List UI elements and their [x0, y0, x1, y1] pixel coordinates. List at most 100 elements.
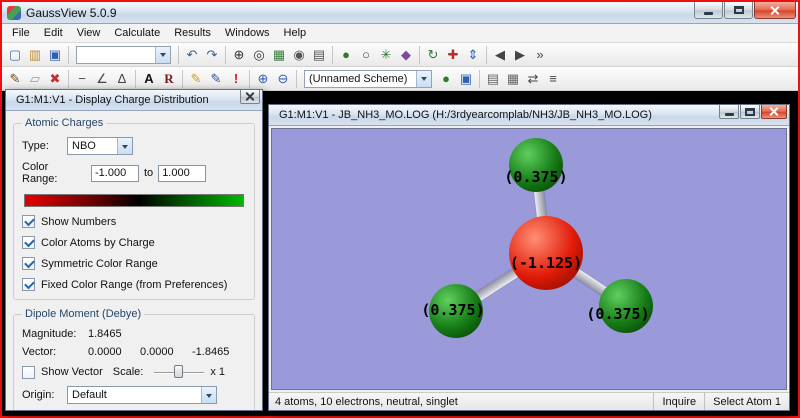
menu-view[interactable]: View: [70, 25, 108, 41]
checkbox-fixed-color-range[interactable]: Fixed Color Range (from Preferences): [22, 278, 246, 291]
charge-label-top: (0.375): [504, 168, 568, 186]
color-range-max-input[interactable]: [158, 164, 207, 182]
zoom-view-icon[interactable]: ⇕: [463, 45, 483, 65]
scheme-settings-icon[interactable]: ▣: [456, 69, 476, 89]
checkbox-show-vector[interactable]: Show Vector: [22, 365, 103, 379]
file-type-combobox[interactable]: [76, 45, 171, 64]
eraser-icon[interactable]: ▱: [25, 69, 45, 89]
molecule-statusbar: 4 atoms, 10 electrons, neutral, singlet …: [269, 392, 789, 410]
menu-edit[interactable]: Edit: [37, 25, 70, 41]
main-titlebar[interactable]: GaussView 5.0.9: [2, 2, 798, 24]
toolbar-separator: [178, 45, 179, 64]
dialog-titlebar[interactable]: G1:M1:V1 - Display Charge Distribution: [6, 90, 262, 111]
menu-windows[interactable]: Windows: [218, 25, 277, 41]
animate-icon[interactable]: »: [530, 45, 550, 65]
ring-fragment-icon[interactable]: ○: [356, 45, 376, 65]
toolbar-separator: [419, 45, 420, 64]
warning-icon[interactable]: !: [226, 69, 246, 89]
edit-pencil-icon[interactable]: ✎: [5, 69, 25, 89]
window-close-button[interactable]: [754, 2, 796, 19]
checkbox-symmetric-color-range[interactable]: Symmetric Color Range: [22, 257, 246, 270]
dialog-window-controls: [239, 90, 260, 104]
menu-file[interactable]: File: [5, 25, 37, 41]
checkbox-label: Fixed Color Range (from Preferences): [41, 278, 228, 291]
atomic-charges-group: Atomic Charges Type: NBO Color Range: to: [13, 117, 255, 300]
previous-frame-icon[interactable]: ◀: [490, 45, 510, 65]
apply-scheme-icon[interactable]: ●: [436, 69, 456, 89]
close-icon: [770, 5, 780, 16]
menu-results[interactable]: Results: [167, 25, 218, 41]
rotate-view-icon[interactable]: ↻: [423, 45, 443, 65]
add-text-icon[interactable]: A: [139, 69, 159, 89]
new-file-icon[interactable]: ▢: [5, 45, 25, 65]
toolbar-separator: [182, 69, 183, 88]
screenshot-icon[interactable]: ◉: [289, 45, 309, 65]
toolbar-separator: [249, 69, 250, 88]
toolbar-separator: [68, 45, 69, 64]
swap-icon[interactable]: ⇄: [523, 69, 543, 89]
window-minimize-button[interactable]: [694, 2, 723, 19]
symmetrize-icon[interactable]: ◆: [396, 45, 416, 65]
menubar: File Edit View Calculate Results Windows…: [2, 24, 798, 43]
open-file-icon[interactable]: ▥: [25, 45, 45, 65]
clean-structure-icon[interactable]: ✳: [376, 45, 396, 65]
print-icon[interactable]: ▤: [309, 45, 329, 65]
main-window-title: GaussView 5.0.9: [26, 5, 117, 20]
toolbar-builder: ✎ ▱ ✖ − ∠ Δ A R ✎ ✎! ⊕ ⊖ (Unnamed Scheme) ● ▣ ▤ ▦ ⇄ ≡: [2, 67, 798, 91]
display-format-icon[interactable]: ▦: [269, 45, 289, 65]
molecule-window-titlebar[interactable]: G1:M1:V1 - JB_NH3_MO.LOG (H:/3rdyearcomp…: [269, 105, 789, 126]
window-maximize-button[interactable]: [724, 2, 753, 19]
redo-icon[interactable]: ↷: [202, 45, 222, 65]
zoom-fit-icon[interactable]: ◎: [249, 45, 269, 65]
dialog-body: Atomic Charges Type: NBO Color Range: to: [6, 111, 262, 410]
main-window-controls: [693, 2, 796, 19]
gaussview-main-window: GaussView 5.0.9 File Edit View Calculate…: [2, 2, 798, 91]
charge-type-select[interactable]: NBO: [67, 137, 133, 155]
bond-tool-icon[interactable]: −: [72, 69, 92, 89]
translate-view-icon[interactable]: ✚: [443, 45, 463, 65]
delete-atom-icon[interactable]: ✖: [45, 69, 65, 89]
layers-icon[interactable]: ▤: [483, 69, 503, 89]
molecule-minimize-button[interactable]: [719, 105, 739, 119]
angle-tool-icon[interactable]: ∠: [92, 69, 112, 89]
r-group-icon[interactable]: R: [159, 69, 179, 89]
checkbox-color-atoms-by-charge[interactable]: Color Atoms by Charge: [22, 236, 246, 249]
molecule-close-button[interactable]: [761, 105, 787, 119]
menu-calculate[interactable]: Calculate: [107, 25, 167, 41]
scale-slider[interactable]: [154, 364, 205, 380]
charge-label-right: (0.375): [586, 305, 650, 323]
maximize-icon: [733, 6, 744, 14]
vector-x-value: 0.0000: [88, 346, 122, 358]
zoom-in-icon[interactable]: ⊕: [253, 69, 273, 89]
origin-select[interactable]: Default: [67, 386, 217, 404]
add-fragment-icon[interactable]: ●: [336, 45, 356, 65]
undo-icon[interactable]: ↶: [182, 45, 202, 65]
grid-icon[interactable]: ▦: [503, 69, 523, 89]
list-icon[interactable]: ≡: [543, 69, 563, 89]
next-frame-icon[interactable]: ▶: [510, 45, 530, 65]
slider-thumb[interactable]: [174, 365, 184, 378]
center-view-icon[interactable]: ⊕: [229, 45, 249, 65]
molecule-viewport[interactable]: (0.375) (-1.125) (0.375) (0.375): [271, 128, 787, 390]
highlight-pen-icon[interactable]: ✎: [186, 69, 206, 89]
marker-pen-icon[interactable]: ✎: [206, 69, 226, 89]
save-icon[interactable]: ▣: [45, 45, 65, 65]
nitrogen-atom[interactable]: [509, 216, 583, 290]
checkbox-show-numbers[interactable]: Show Numbers: [22, 215, 246, 228]
scheme-combobox[interactable]: (Unnamed Scheme): [304, 69, 432, 88]
dihedral-tool-icon[interactable]: Δ: [112, 69, 132, 89]
color-range-min-input[interactable]: [91, 164, 139, 182]
to-label: to: [144, 167, 154, 179]
toolbar-separator: [479, 69, 480, 88]
minimize-icon: [704, 11, 713, 15]
magnitude-value: 1.8465: [88, 328, 122, 340]
dialog-close-button[interactable]: [240, 90, 260, 104]
molecule-maximize-button[interactable]: [740, 105, 760, 119]
menu-help[interactable]: Help: [277, 25, 314, 41]
zoom-out-icon[interactable]: ⊖: [273, 69, 293, 89]
close-icon: [245, 91, 255, 102]
color-gradient-bar: [24, 194, 244, 207]
checkbox-box: [22, 215, 35, 228]
gaussview-app-icon: [7, 5, 21, 20]
checkbox-label: Show Numbers: [41, 215, 117, 228]
